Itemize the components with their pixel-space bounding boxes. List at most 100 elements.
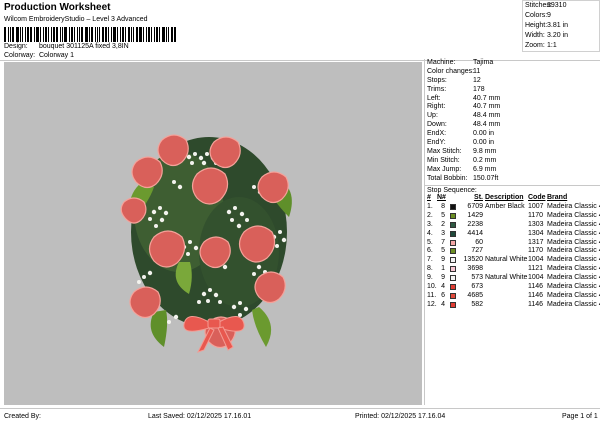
color-code: 1004	[528, 256, 544, 264]
col-code: Code	[528, 194, 546, 202]
barcode-bar	[102, 27, 104, 42]
info-label: Total Bobbin:	[427, 174, 468, 182]
barcode-bar	[56, 27, 58, 42]
info-value: 40.7 mm	[473, 94, 501, 102]
color-swatch	[450, 212, 456, 219]
barcode-bar	[79, 27, 80, 42]
stop-sequence-row: 1. 8 6709Amber Black1007Madeira Classic 40	[425, 203, 600, 212]
color-swatch	[450, 292, 456, 299]
info-value: 178	[473, 85, 485, 93]
summary-label: Colors:	[525, 12, 548, 19]
stitch-count: 3698	[467, 265, 483, 273]
color-code: 1007	[528, 202, 544, 210]
stop-number: 1.	[427, 202, 433, 210]
color-swatch	[450, 257, 456, 264]
col-brand: Brand	[547, 194, 568, 202]
barcode-bar	[136, 27, 138, 42]
bouquet-embroidery-image	[120, 134, 292, 353]
barcode-bar	[117, 27, 118, 42]
worksheet-title: Production Worksheet	[4, 2, 111, 13]
info-value: 0.2 mm	[473, 156, 497, 164]
barcode-bar	[162, 27, 165, 42]
stop-sequence-row: 10. 4 673 1146Madeira Classic 40	[425, 283, 600, 292]
color-swatch	[450, 275, 456, 282]
thread-brand: Madeira Classic 40	[547, 238, 600, 246]
color-swatch	[450, 230, 456, 237]
thread-brand: Madeira Classic 40	[547, 202, 600, 210]
summary-label: Width:	[525, 32, 545, 39]
needle-number: 3	[441, 229, 445, 237]
stop-number: 7.	[427, 256, 433, 264]
color-swatch	[450, 248, 456, 255]
barcode-bar	[154, 27, 155, 42]
machine-info-row: Max Jump: 6.9 mm	[425, 166, 600, 175]
barcode-bar	[174, 27, 176, 42]
stitch-count: 13520	[463, 256, 483, 264]
info-value: 12	[473, 76, 481, 84]
col-stitches: St.	[474, 194, 483, 202]
barcode-bar	[45, 27, 47, 42]
barcode-bar	[69, 27, 70, 42]
machine-info-row: Right: 40.7 mm	[425, 103, 600, 112]
machine-info-row: Stops: 12	[425, 77, 600, 86]
summary-row-height: Height: 3.81 in	[523, 21, 599, 31]
stop-sequence-row: 8. 1 3698 1121Madeira Classic 40	[425, 265, 600, 274]
barcode-bar	[40, 27, 41, 42]
col-number: #	[427, 194, 431, 202]
thread-brand: Madeira Classic 40	[547, 247, 600, 255]
stitch-count: 4685	[467, 291, 483, 299]
barcode-bar	[91, 27, 93, 42]
info-value: 0.00 in	[473, 130, 495, 138]
info-label: Max Stitch:	[427, 147, 462, 155]
barcode-bar	[51, 27, 52, 42]
stop-number: 8.	[427, 265, 433, 273]
color-code: 1304	[528, 229, 544, 237]
machine-info-row: Up: 48.4 mm	[425, 112, 600, 121]
machine-info-row: Min Stitch: 0.2 mm	[425, 157, 600, 166]
thread-brand: Madeira Classic 40	[547, 300, 600, 308]
color-code: 1317	[528, 238, 544, 246]
needle-number: 9	[441, 274, 445, 282]
color-description: Natural White	[485, 256, 528, 264]
barcode-bar	[108, 27, 109, 42]
color-code: 1146	[528, 282, 544, 290]
summary-row-zoom: Zoom: 1:1	[523, 41, 599, 51]
stop-number: 4.	[427, 229, 433, 237]
barcode-bar	[105, 27, 107, 42]
stop-sequence-row: 9. 9 573Natural White1004Madeira Classic 4…	[425, 274, 600, 283]
stop-number: 11.	[427, 291, 437, 299]
page-number: Page 1 of 1	[562, 413, 598, 420]
info-label: Stops:	[427, 76, 447, 84]
stitch-count: 2238	[467, 220, 483, 228]
barcode-bar	[131, 27, 132, 42]
summary-value: 1:1	[547, 42, 557, 49]
stop-sequence-row: 5. 7 60 1317Madeira Classic 40	[425, 239, 600, 248]
summary-value: 39310	[547, 2, 567, 9]
design-summary-box: Stitches: 39310 Colors: 9 Height: 3.81 in W…	[522, 0, 600, 52]
color-code: 1121	[528, 265, 544, 273]
barcode-bar	[143, 27, 144, 42]
stop-number: 9.	[427, 274, 433, 282]
barcode-bar	[95, 27, 96, 42]
barcode-bar	[64, 27, 67, 42]
info-label: EndX:	[427, 130, 447, 138]
barcode-bar	[60, 27, 61, 42]
info-label: Left:	[427, 94, 441, 102]
machine-info-list: Machine: Tajima Color changes: 11 Stops: 12 Tr…	[425, 59, 600, 183]
barcode-bar	[25, 27, 26, 42]
thread-brand: Madeira Classic 40	[547, 229, 600, 237]
color-code: 1146	[528, 291, 544, 299]
barcode-bar	[99, 27, 100, 42]
barcode-bar	[120, 27, 121, 42]
barcode-bar	[171, 27, 173, 42]
needle-number: 6	[441, 291, 445, 299]
stop-sequence-title: Stop Sequence:	[425, 185, 600, 194]
summary-row-colors: Colors: 9	[523, 11, 599, 21]
machine-info-row: Down: 48.4 mm	[425, 121, 600, 130]
summary-value: 3.81 in	[547, 22, 569, 29]
color-swatch	[450, 266, 456, 273]
info-label: Right:	[427, 103, 446, 111]
stop-number: 3.	[427, 220, 433, 228]
barcode-bar	[168, 27, 169, 42]
color-description: Amber Black	[485, 202, 525, 210]
